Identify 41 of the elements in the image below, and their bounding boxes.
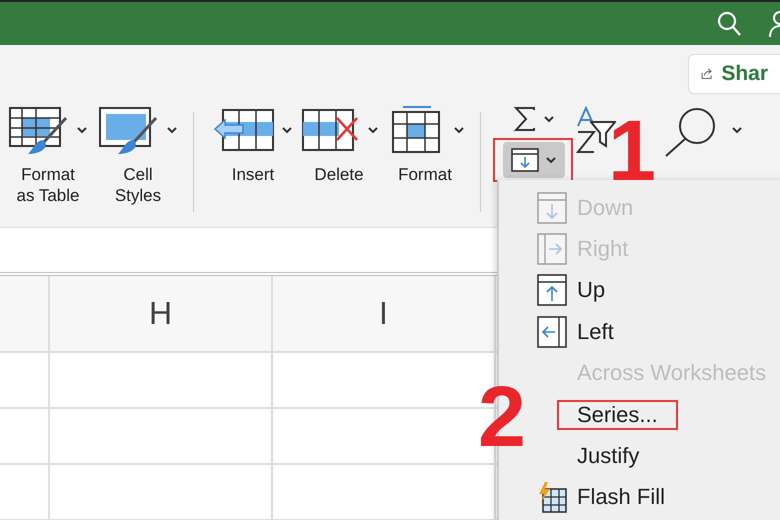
flash-fill-icon <box>537 481 567 514</box>
table-cell[interactable] <box>0 465 50 520</box>
fill-up-icon <box>537 274 567 306</box>
caret-icon <box>367 126 379 134</box>
caret-icon <box>453 126 465 134</box>
step-number: 2 <box>478 374 526 460</box>
menu-item[interactable]: Series... <box>557 400 678 430</box>
table-cell[interactable] <box>50 409 273 465</box>
fill-right-icon <box>537 233 567 266</box>
menu-item[interactable]: Left <box>571 316 620 347</box>
fill-button[interactable] <box>503 142 565 178</box>
menu-item[interactable]: Up <box>571 275 612 306</box>
ribbon-button[interactable]: Format <box>382 104 468 185</box>
fill-left-icon <box>537 316 567 348</box>
table-cell[interactable] <box>50 465 273 520</box>
ribbon-button[interactable]: Delete <box>296 104 382 185</box>
fill-down-icon <box>537 192 567 224</box>
sort-icon[interactable] <box>575 106 597 154</box>
menu-item[interactable]: Justify <box>571 441 646 472</box>
ribbon-button[interactable]: Insert <box>210 104 296 185</box>
sigma-icon <box>513 106 537 132</box>
caret-icon <box>281 126 293 134</box>
menu-item[interactable]: Flash Fill <box>571 482 672 512</box>
caret-icon <box>731 126 743 134</box>
column-header[interactable]: H <box>50 276 273 353</box>
caret-icon <box>76 126 88 134</box>
share-button[interactable]: Shar <box>688 54 780 94</box>
ribbon-button[interactable]: Cell Styles <box>95 104 181 206</box>
fill-down-icon <box>511 148 539 172</box>
table-cell[interactable] <box>0 353 50 409</box>
search-icon[interactable] <box>716 10 742 38</box>
caret-icon <box>166 126 178 134</box>
table-cell[interactable] <box>0 409 50 465</box>
person-icon[interactable] <box>768 8 780 38</box>
table-cell[interactable] <box>50 353 273 409</box>
column-header[interactable]: I <box>273 276 496 353</box>
caret-icon <box>545 156 557 164</box>
caret-icon <box>543 115 555 123</box>
column-header[interactable] <box>0 276 50 353</box>
step-number: 1 <box>608 108 656 194</box>
ribbon-button[interactable]: Format as Table <box>5 104 91 206</box>
